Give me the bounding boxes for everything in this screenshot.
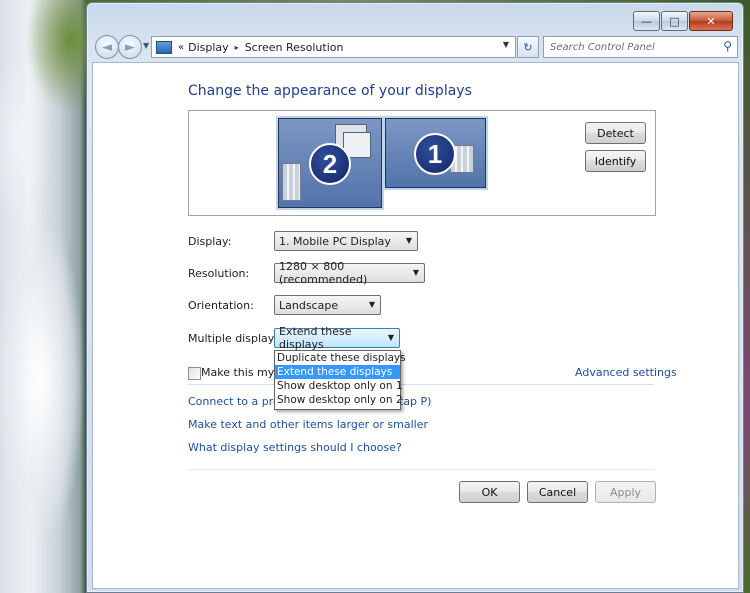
footer-divider (188, 469, 654, 470)
multiple-displays-select[interactable]: Extend these displays ▼ (274, 325, 400, 351)
cancel-button[interactable]: Cancel (527, 481, 588, 503)
monitor-arrangement-area: 2 1 Detect Identify (188, 110, 656, 216)
option-extend-displays[interactable]: Extend these displays (275, 365, 400, 379)
chevron-down-icon: ▼ (412, 268, 419, 277)
multiple-displays-select-value: Extend these displays (279, 325, 352, 351)
display-label: Display: (188, 235, 232, 248)
chevron-down-icon: ▼ (405, 236, 412, 245)
forward-arrow-icon: ► (125, 39, 135, 55)
refresh-button[interactable]: ↻ (517, 36, 539, 58)
advanced-settings-link[interactable]: Advanced settings (575, 366, 677, 379)
monitor-1-number: 1 (414, 133, 456, 175)
breadcrumb-separator-icon[interactable]: ▸ (235, 43, 239, 52)
option-show-desktop-1[interactable]: Show desktop only on 1 (275, 379, 403, 393)
display-select[interactable]: 1. Mobile PC Display ▼ (274, 231, 418, 251)
main-display-checkbox[interactable] (188, 367, 201, 380)
multiple-displays-dropdown-list: Duplicate these displays Extend these di… (274, 350, 406, 410)
orientation-select[interactable]: Landscape ▼ (274, 295, 381, 315)
ok-button[interactable]: OK (459, 481, 520, 503)
detect-button[interactable]: Detect (585, 122, 646, 144)
page-title: Change the appearance of your displays (188, 83, 472, 99)
apply-button[interactable]: Apply (595, 481, 656, 503)
address-bar[interactable]: « Display ▸ Screen Resolution ▼ (151, 36, 516, 58)
resolution-label: Resolution: (188, 267, 250, 280)
monitor-1[interactable]: 1 (385, 118, 486, 188)
close-button[interactable]: ✕ (689, 11, 733, 31)
text-size-link[interactable]: Make text and other items larger or smal… (188, 418, 428, 431)
breadcrumb-display[interactable]: Display (188, 41, 229, 54)
option-duplicate-displays[interactable]: Duplicate these displays (275, 351, 406, 365)
monitor-2-sidebar-thumbnail (282, 163, 301, 201)
orientation-select-value: Landscape (279, 298, 339, 312)
resolution-select-value: 1280 × 800 (recommended) (279, 260, 368, 286)
identify-button[interactable]: Identify (585, 150, 646, 172)
resolution-select[interactable]: 1280 × 800 (recommended) ▼ (274, 260, 425, 286)
option-show-desktop-2[interactable]: Show desktop only on 2 (275, 393, 403, 407)
connect-projector-link-tail[interactable]: tap P) (399, 395, 431, 408)
chevron-down-icon: ▼ (368, 300, 375, 309)
back-button[interactable]: ◄ (95, 35, 119, 59)
multiple-displays-label: Multiple displays: (188, 332, 284, 345)
screen-resolution-window: — □ ✕ ◄ ► ▼ « Display ▸ Screen Resolutio… (86, 2, 744, 593)
breadcrumb-screen-resolution[interactable]: Screen Resolution (245, 41, 344, 54)
search-icon[interactable]: ⚲ (723, 39, 732, 53)
chevron-down-icon: ▼ (387, 333, 394, 342)
breadcrumb-overflow-icon[interactable]: « (178, 42, 184, 53)
address-dropdown-icon[interactable]: ▼ (503, 40, 509, 49)
forward-button[interactable]: ► (118, 35, 142, 59)
orientation-label: Orientation: (188, 299, 254, 312)
refresh-icon: ↻ (523, 40, 533, 54)
search-input[interactable]: Search Control Panel (550, 42, 655, 53)
minimize-button[interactable]: — (633, 11, 660, 31)
navigation-bar: ◄ ► ▼ « Display ▸ Screen Resolution ▼ ↻ … (93, 35, 738, 61)
control-panel-icon (156, 40, 172, 54)
maximize-button[interactable]: □ (661, 11, 688, 31)
recent-pages-dropdown-icon[interactable]: ▼ (143, 41, 149, 50)
monitor-2-number: 2 (309, 143, 351, 185)
content-pane: Change the appearance of your displays 2… (92, 62, 739, 589)
back-arrow-icon: ◄ (102, 39, 112, 55)
section-divider (188, 384, 654, 385)
display-select-value: 1. Mobile PC Display (279, 234, 391, 248)
display-settings-help-link[interactable]: What display settings should I choose? (188, 441, 402, 454)
caption-buttons: — □ ✕ (633, 11, 733, 31)
search-box[interactable]: Search Control Panel ⚲ (543, 36, 738, 58)
monitor-2[interactable]: 2 (278, 118, 382, 208)
